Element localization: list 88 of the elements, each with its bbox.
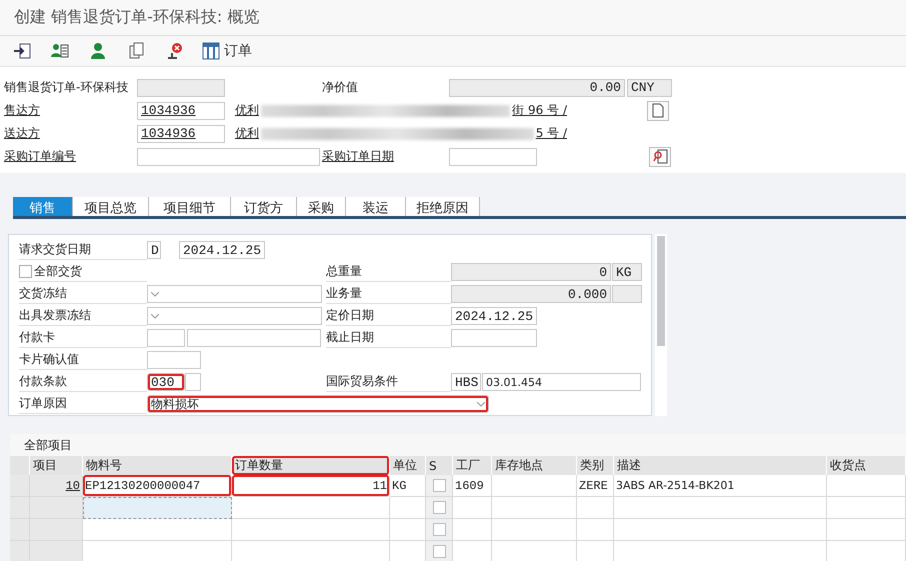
checkbox[interactable]	[432, 501, 446, 514]
column-header[interactable]: 工厂	[453, 456, 492, 475]
column-header[interactable]: 类别	[577, 456, 614, 475]
table-cell	[577, 519, 614, 541]
address-link[interactable]: 街 96 号 /	[512, 102, 567, 119]
table-cell: 1609	[453, 475, 492, 497]
document-icon[interactable]	[647, 100, 669, 120]
po-number-field[interactable]	[137, 148, 320, 166]
tab[interactable]: 拒绝原因	[406, 197, 480, 216]
currency-field: CNY	[627, 78, 672, 96]
table-cell	[577, 497, 614, 519]
field-label: 订单原因	[19, 394, 147, 414]
tab[interactable]: 订货方	[231, 197, 297, 216]
checkbox[interactable]	[19, 265, 32, 278]
field-link[interactable]: 送达方	[4, 125, 137, 142]
column-header[interactable]: 收货点	[827, 456, 906, 475]
column-header[interactable]: S	[426, 456, 453, 475]
field-label: 销售退货订单-环保科技	[4, 79, 130, 96]
tab[interactable]: 装运	[346, 197, 406, 216]
grid-icon	[202, 42, 220, 60]
tab[interactable]: 项目总览	[73, 197, 149, 216]
column-header[interactable]: 订单数量	[232, 456, 390, 475]
table-cell[interactable]	[30, 497, 83, 519]
dropdown-field[interactable]	[147, 285, 322, 303]
table-cell[interactable]	[30, 519, 83, 541]
date-field[interactable]: 2024.12.25	[451, 307, 537, 325]
address-link[interactable]: 5 号 /	[536, 125, 567, 142]
column-header[interactable]: 描述	[614, 456, 827, 475]
unit-field	[612, 285, 642, 303]
row-selector[interactable]	[10, 497, 30, 519]
chevron-icon	[151, 314, 159, 318]
column-header[interactable]: 库存地点	[492, 456, 577, 475]
customer-field[interactable]: 1034936	[137, 124, 225, 142]
field-label: 净价值	[322, 79, 359, 96]
tab[interactable]: 采购	[297, 197, 346, 216]
header-corner[interactable]	[10, 456, 30, 475]
field-link[interactable]: 采购订单日期	[322, 148, 449, 165]
tab[interactable]: 销售	[13, 197, 73, 216]
input-field[interactable]: 030	[147, 373, 185, 391]
row-selector[interactable]	[10, 475, 30, 497]
document-search-icon[interactable]	[649, 146, 671, 166]
table-cell: 3ABS AR-2514-BK201	[614, 475, 827, 497]
table-cell: 11	[232, 475, 390, 497]
column-header[interactable]: 物料号	[83, 456, 232, 475]
enter-icon[interactable]	[12, 41, 32, 61]
chevron-icon	[151, 292, 159, 296]
input-field[interactable]	[185, 373, 201, 391]
location-field[interactable]: 03.01.454	[482, 373, 641, 391]
scrollbar[interactable]	[655, 234, 667, 416]
person-icon[interactable]	[88, 41, 108, 61]
field-link[interactable]: 售达方	[4, 102, 137, 119]
column-header[interactable]: 单位	[390, 456, 426, 475]
input-field[interactable]	[187, 329, 321, 347]
table-cell: ZERE	[577, 475, 614, 497]
window-title: 创建 销售退货订单-环保科技: 概览	[14, 7, 260, 28]
chevron-icon	[477, 402, 485, 406]
date-field[interactable]	[451, 329, 537, 347]
amount-field: 0	[451, 263, 611, 281]
address-link[interactable]: 优利	[235, 125, 259, 142]
date-field[interactable]: 2024.12.25	[179, 241, 265, 259]
row-selector[interactable]	[10, 541, 30, 561]
field-link[interactable]: 采购订单编号	[4, 148, 137, 165]
input-field[interactable]	[147, 329, 185, 347]
dropdown-field[interactable]: 物料损坏	[147, 395, 489, 413]
input-field[interactable]	[147, 351, 201, 369]
table-cell: EP12130200000047	[83, 475, 232, 497]
unit-field: KG	[612, 263, 642, 281]
checkbox[interactable]	[432, 545, 446, 558]
column-header[interactable]: 项目	[30, 456, 83, 475]
checkbox-label: 全部交货	[34, 263, 82, 280]
code-field[interactable]: HBS	[451, 373, 481, 391]
order-button[interactable]: 订单	[202, 42, 252, 60]
tab[interactable]: 项目细节	[149, 197, 231, 216]
amount-field: 0.000	[451, 285, 611, 303]
net-value-field: 0.00	[449, 78, 625, 96]
table-cell[interactable]: 10	[30, 475, 83, 497]
checkbox[interactable]	[432, 479, 446, 492]
row-selector[interactable]	[10, 519, 30, 541]
dropdown-field[interactable]	[147, 307, 322, 325]
table-cell[interactable]	[30, 541, 83, 561]
input-field[interactable]	[83, 497, 232, 519]
field-label: 付款条款	[19, 372, 147, 392]
checkbox[interactable]	[432, 523, 446, 536]
address-link[interactable]: 优利	[235, 102, 259, 119]
date-type-field[interactable]: D	[147, 241, 161, 259]
customer-field[interactable]: 1034936	[137, 102, 225, 120]
section-title: 全部项目	[24, 436, 72, 454]
po-date-field[interactable]	[449, 148, 537, 166]
